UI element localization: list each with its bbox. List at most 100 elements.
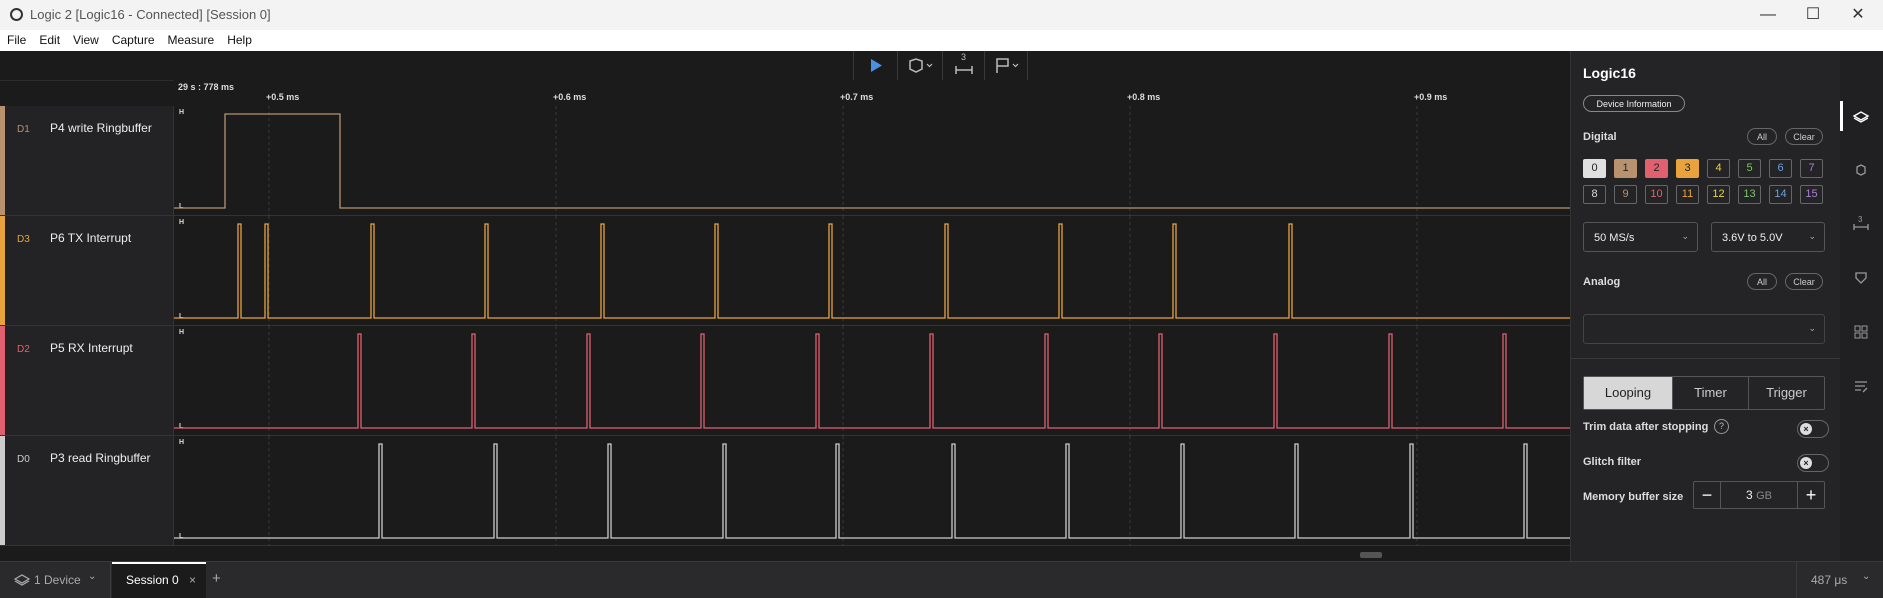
digital-channel-14[interactable]: 14 xyxy=(1769,185,1792,204)
memory-size-field[interactable]: 3 GB xyxy=(1721,482,1797,508)
measure-button[interactable]: 3 xyxy=(942,51,984,80)
device-tab[interactable]: 1 Device ⌄ xyxy=(0,562,111,598)
channel-color-stripe xyxy=(0,436,5,545)
chevron-down-icon[interactable]: ⌄ xyxy=(1862,571,1870,582)
add-session-button[interactable]: + xyxy=(212,570,221,587)
cursor-time: 29 s : 778 ms xyxy=(178,82,235,92)
digital-channel-3[interactable]: 3 xyxy=(1676,159,1699,178)
menu-view[interactable]: View xyxy=(66,30,105,47)
menu-bar: File Edit View Capture Measure Help xyxy=(0,30,1883,52)
menu-measure[interactable]: Measure xyxy=(161,30,221,47)
channel-color-stripe xyxy=(0,216,5,325)
channel-row-d1: D1 P4 write Ringbuffer H L xyxy=(0,106,1570,216)
start-capture-button[interactable] xyxy=(853,51,897,80)
analyzers-icon[interactable] xyxy=(1850,159,1872,181)
channel-label-d0[interactable]: D0 P3 read Ringbuffer xyxy=(0,436,174,545)
tick-label: +0.7 ms xyxy=(840,92,874,102)
minimize-button[interactable]: — xyxy=(1750,4,1786,26)
chevron-down-icon: ⌄ xyxy=(1681,231,1689,241)
digital-clear-button[interactable]: Clear xyxy=(1785,128,1823,145)
digital-channel-4[interactable]: 4 xyxy=(1707,159,1730,178)
bottom-divider xyxy=(1796,562,1797,598)
channel-name: P6 TX Interrupt xyxy=(50,231,132,245)
flag-icon xyxy=(996,58,1019,73)
mode-looping-tab[interactable]: Looping xyxy=(1584,377,1672,409)
memory-size-value: 3 xyxy=(1746,488,1753,502)
digital-channel-5[interactable]: 5 xyxy=(1738,159,1761,178)
device-tab-label: 1 Device xyxy=(34,573,81,587)
close-tab-icon[interactable]: × xyxy=(189,573,196,587)
analog-clear-button[interactable]: Clear xyxy=(1785,273,1823,290)
extensions-icon[interactable] xyxy=(1850,321,1872,343)
maximize-button[interactable]: ☐ xyxy=(1795,4,1831,26)
digital-channel-12[interactable]: 12 xyxy=(1707,185,1730,204)
channel-label-d3[interactable]: D3 P6 TX Interrupt xyxy=(0,216,174,325)
tick-label: +0.6 ms xyxy=(553,92,587,102)
glitch-filter-toggle[interactable]: × xyxy=(1797,454,1829,472)
memory-increase-button[interactable]: + xyxy=(1797,482,1824,508)
mode-trigger-tab[interactable]: Trigger xyxy=(1748,377,1824,409)
channel-id: D0 xyxy=(17,454,30,465)
session-tab[interactable]: Session 0 × xyxy=(112,562,206,598)
analog-all-button[interactable]: All xyxy=(1747,273,1777,290)
channel-row-d0: D0 P3 read Ringbuffer H L xyxy=(0,436,1570,546)
channel-name: P3 read Ringbuffer xyxy=(50,451,151,465)
digital-channel-13[interactable]: 13 xyxy=(1738,185,1761,204)
digital-channel-0[interactable]: 0 xyxy=(1583,159,1606,178)
time-ruler[interactable]: 29 s : 778 ms +0.5 ms +0.6 ms +0.7 ms +0… xyxy=(174,80,1570,106)
capture-mode-tabs: Looping Timer Trigger xyxy=(1583,376,1825,410)
digital-channel-7[interactable]: 7 xyxy=(1800,159,1823,178)
notes-icon[interactable] xyxy=(1850,375,1872,397)
channel-color-stripe xyxy=(0,106,5,215)
mode-timer-tab[interactable]: Timer xyxy=(1672,377,1748,409)
layers-icon xyxy=(14,574,30,586)
menu-help[interactable]: Help xyxy=(220,30,258,47)
memory-decrease-button[interactable]: − xyxy=(1694,482,1721,508)
waveform-d0[interactable] xyxy=(174,436,1570,546)
timing-markers-icon[interactable]: 3 xyxy=(1850,213,1872,235)
digital-channel-6[interactable]: 6 xyxy=(1769,159,1792,178)
channel-row-d2: D2 P5 RX Interrupt H L xyxy=(0,326,1570,436)
annotation-dropdown-button[interactable] xyxy=(984,51,1028,80)
horizontal-scrollbar[interactable] xyxy=(1360,552,1382,558)
menu-capture[interactable]: Capture xyxy=(105,30,161,47)
digital-channel-10[interactable]: 10 xyxy=(1645,185,1668,204)
device-settings-icon[interactable] xyxy=(1850,105,1872,127)
digital-channel-15[interactable]: 15 xyxy=(1800,185,1823,204)
chevron-down-icon: ⌄ xyxy=(88,571,97,582)
digital-channel-11[interactable]: 11 xyxy=(1676,185,1699,204)
memory-buffer-label: Memory buffer size xyxy=(1583,491,1684,503)
device-name: Logic16 xyxy=(1583,65,1636,81)
session-tab-label: Session 0 xyxy=(126,573,179,587)
analog-section-label: Analog xyxy=(1583,276,1621,288)
channel-color-stripe xyxy=(0,326,5,435)
tick-label: +0.8 ms xyxy=(1127,92,1161,102)
sample-rate-select[interactable]: 50 MS/s ⌄ xyxy=(1583,222,1698,252)
waveform-d1[interactable] xyxy=(174,106,1570,216)
help-icon[interactable]: ? xyxy=(1714,419,1729,434)
glitch-filter-label: Glitch filter xyxy=(1583,456,1642,468)
device-information-button[interactable]: Device Information xyxy=(1583,95,1685,112)
waveform-d2[interactable] xyxy=(174,326,1570,436)
channel-label-d1[interactable]: D1 P4 write Ringbuffer xyxy=(0,106,174,215)
channel-label-d2[interactable]: D2 P5 RX Interrupt xyxy=(0,326,174,435)
menu-edit[interactable]: Edit xyxy=(32,30,66,47)
digital-channel-1[interactable]: 1 xyxy=(1614,159,1637,178)
close-button[interactable]: ✕ xyxy=(1840,4,1876,26)
marker-count: 3 xyxy=(961,52,967,62)
analog-channels-select[interactable]: ⌄ xyxy=(1583,314,1825,344)
digital-channel-8[interactable]: 8 xyxy=(1583,185,1606,204)
menu-file[interactable]: File xyxy=(0,30,32,47)
annotations-icon[interactable] xyxy=(1850,267,1872,289)
digital-all-button[interactable]: All xyxy=(1747,128,1777,145)
hexagon-icon xyxy=(909,58,933,73)
voltage-select[interactable]: 3.6V to 5.0V ⌄ xyxy=(1711,222,1825,252)
waveform-d3[interactable] xyxy=(174,216,1570,326)
trim-data-toggle[interactable]: × xyxy=(1797,420,1829,438)
trigger-dropdown-button[interactable] xyxy=(897,51,942,80)
digital-channel-2[interactable]: 2 xyxy=(1645,159,1668,178)
tick-label: +0.5 ms xyxy=(266,92,300,102)
digital-channel-9[interactable]: 9 xyxy=(1614,185,1637,204)
sample-rate-value: 50 MS/s xyxy=(1594,232,1635,244)
channel-id: D1 xyxy=(17,124,30,135)
